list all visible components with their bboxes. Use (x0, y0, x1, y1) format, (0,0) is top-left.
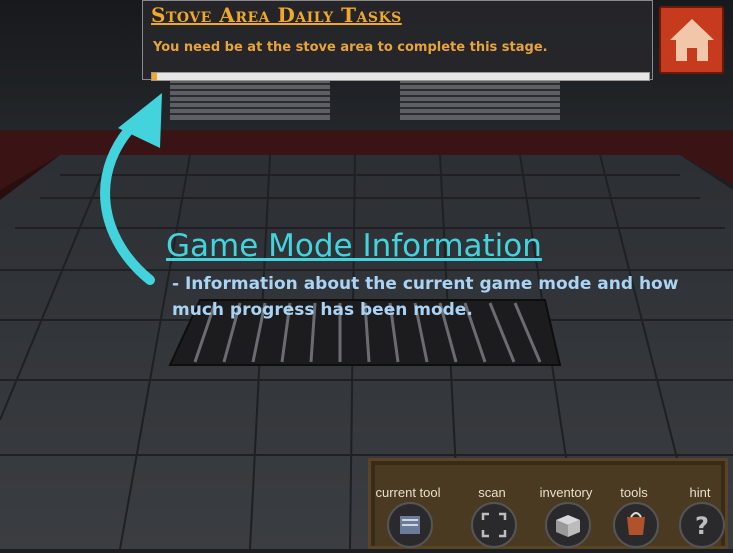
toolbar: current tool scan inventory tools hint ? (368, 458, 728, 549)
scan-button[interactable]: scan (459, 465, 525, 553)
home-button[interactable] (659, 6, 724, 74)
hint-icon: ? (679, 502, 725, 548)
task-progress-bar (151, 72, 650, 81)
tool-label: hint (689, 485, 711, 500)
inventory-button[interactable]: inventory (533, 465, 599, 553)
svg-text:?: ? (695, 512, 709, 540)
tools-icon (613, 502, 659, 548)
tool-label: inventory (539, 485, 593, 500)
scan-icon (471, 502, 517, 548)
task-progress-fill (152, 73, 157, 80)
hint-button[interactable]: hint ? (667, 465, 733, 553)
tool-label: current tool (375, 485, 441, 500)
tool-label: tools (620, 485, 648, 500)
annotation-description: - Information about the current game mod… (172, 274, 679, 320)
home-icon (670, 19, 714, 61)
game-mode-panel: Stove Area Daily Tasks You need be at th… (142, 0, 653, 81)
tool-label: scan (478, 485, 506, 500)
current-tool-button[interactable]: current tool (375, 465, 441, 553)
current-tool-icon (387, 502, 433, 548)
toolbar-tray: current tool scan inventory tools hint ? (375, 465, 725, 548)
tools-button[interactable]: tools (601, 465, 667, 553)
inventory-icon (545, 502, 591, 548)
task-description: You need be at the stove area to complet… (153, 40, 548, 55)
task-title: Stove Area Daily Tasks (151, 3, 402, 27)
annotation-title: Game Mode Information (166, 228, 542, 264)
